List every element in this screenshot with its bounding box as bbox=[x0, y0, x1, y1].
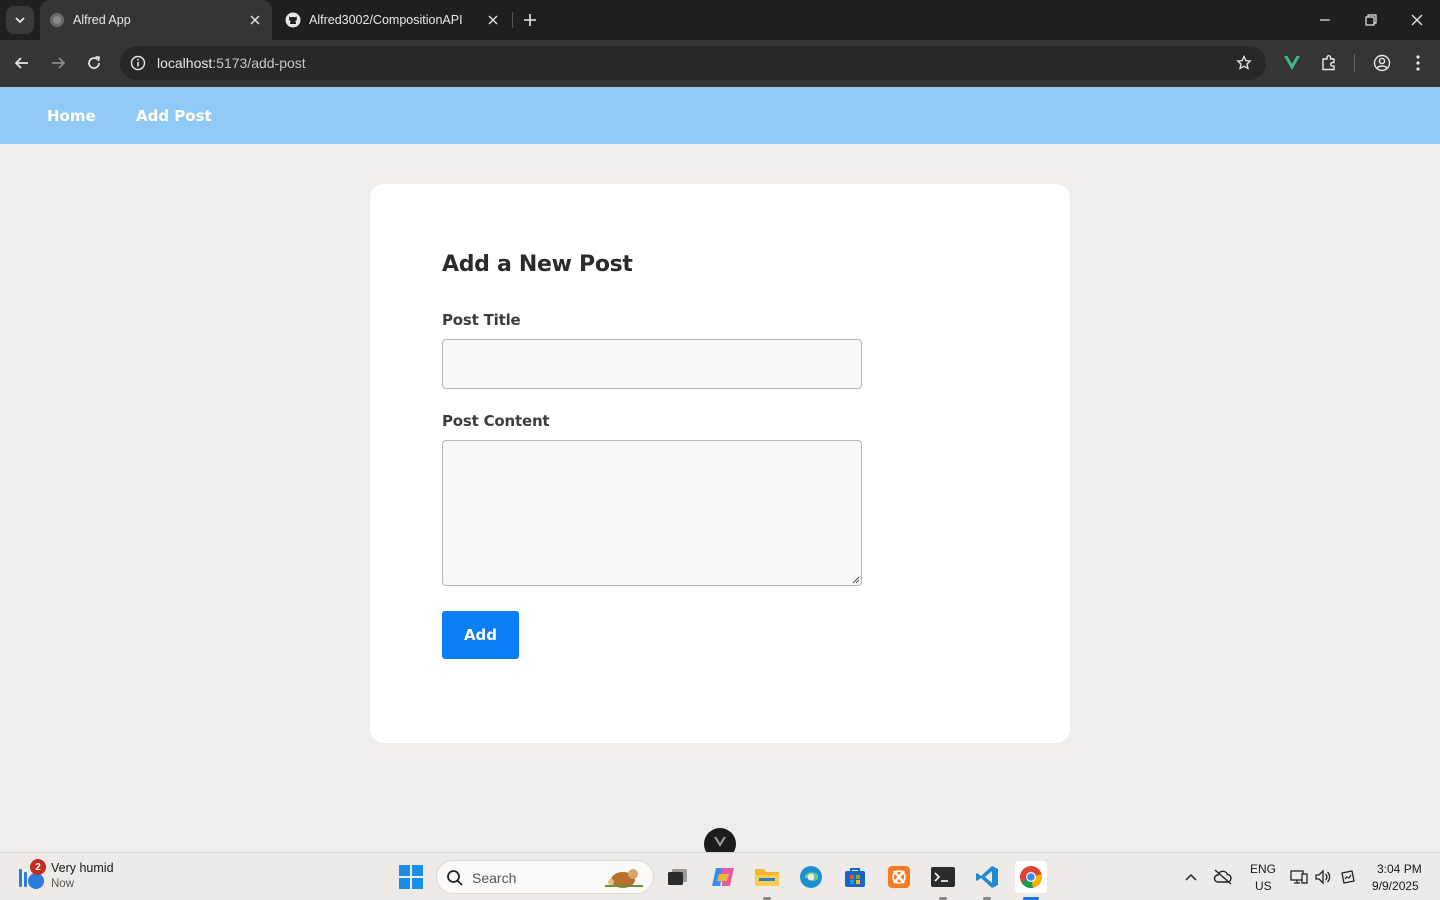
new-tab-button[interactable] bbox=[518, 8, 542, 32]
reload-icon bbox=[88, 56, 100, 69]
post-title-input[interactable] bbox=[442, 339, 862, 389]
store-icon bbox=[845, 868, 865, 887]
extensions-puzzle-icon[interactable] bbox=[1318, 52, 1340, 74]
chrome-button[interactable] bbox=[1015, 861, 1047, 893]
add-post-card: Add a New Post Post Title Post Content A… bbox=[370, 184, 1070, 743]
tab-alfred-app[interactable]: Alfred App bbox=[40, 0, 272, 40]
resize-grip-icon[interactable] bbox=[852, 576, 860, 584]
search-icon bbox=[447, 870, 463, 886]
browser-menu-kebab-icon[interactable] bbox=[1407, 52, 1429, 74]
arrow-left-icon bbox=[14, 57, 28, 69]
volume-icon[interactable] bbox=[1313, 867, 1333, 887]
file-explorer-icon bbox=[755, 869, 779, 886]
tab-search-button[interactable] bbox=[6, 6, 34, 34]
vscode-icon bbox=[976, 866, 998, 888]
chevron-up-icon bbox=[1185, 873, 1197, 881]
chevron-down-icon bbox=[15, 17, 25, 24]
search-highlight-icon bbox=[605, 869, 643, 888]
vue-devtools-extension-icon[interactable] bbox=[1281, 52, 1303, 74]
minimize-button[interactable] bbox=[1302, 0, 1348, 40]
toolbar-separator bbox=[1354, 54, 1355, 72]
tab-github[interactable]: Alfred3002/CompositionAPI bbox=[276, 0, 510, 40]
url-host: localhost bbox=[157, 55, 213, 71]
close-tab-icon[interactable] bbox=[484, 11, 502, 29]
weather-time: Now bbox=[51, 878, 75, 890]
battery-icon[interactable] bbox=[1338, 867, 1358, 887]
search-placeholder: Search bbox=[472, 870, 517, 886]
xampp-button[interactable] bbox=[883, 861, 915, 893]
github-icon bbox=[285, 12, 301, 28]
browser-toolbar: localhost:5173/add-post bbox=[0, 40, 1440, 87]
address-bar[interactable]: localhost:5173/add-post bbox=[120, 46, 1266, 80]
network-icon[interactable] bbox=[1289, 867, 1309, 887]
back-button[interactable] bbox=[7, 48, 37, 78]
copilot-icon bbox=[712, 868, 734, 886]
tab-separator bbox=[512, 12, 513, 28]
close-window-button[interactable] bbox=[1394, 0, 1440, 40]
tab-title: Alfred App bbox=[73, 13, 131, 27]
profile-icon[interactable] bbox=[1371, 52, 1393, 74]
nav-home-link[interactable]: Home bbox=[47, 107, 96, 125]
close-icon bbox=[1411, 14, 1423, 26]
post-title-label: Post Title bbox=[442, 311, 521, 329]
forward-button[interactable] bbox=[43, 48, 73, 78]
globe-icon bbox=[49, 12, 65, 28]
site-info-icon[interactable] bbox=[128, 53, 148, 73]
taskbar-search-box[interactable]: Search bbox=[436, 860, 654, 894]
bookmark-star-icon[interactable] bbox=[1234, 53, 1254, 73]
restore-icon bbox=[1365, 14, 1377, 26]
terminal-button[interactable] bbox=[927, 861, 959, 893]
add-post-button[interactable]: Add bbox=[442, 611, 519, 659]
file-explorer-button[interactable] bbox=[751, 861, 783, 893]
post-content-textarea[interactable] bbox=[442, 440, 862, 586]
xampp-icon bbox=[888, 866, 910, 888]
restore-button[interactable] bbox=[1348, 0, 1394, 40]
plus-icon bbox=[524, 14, 536, 26]
clock-time[interactable]: 3:04 PM bbox=[1377, 862, 1422, 876]
page-title: Add a New Post bbox=[442, 252, 633, 277]
nav-add-post-link[interactable]: Add Post bbox=[136, 107, 212, 125]
copilot-button[interactable] bbox=[707, 861, 739, 893]
vscode-button[interactable] bbox=[971, 861, 1003, 893]
onedrive-offline-icon[interactable] bbox=[1213, 867, 1233, 887]
minimize-icon bbox=[1320, 19, 1330, 21]
windows-start-icon bbox=[399, 865, 423, 889]
arrow-right-icon bbox=[52, 57, 66, 69]
input-region: US bbox=[1255, 879, 1272, 893]
vue-logo-icon bbox=[714, 837, 726, 847]
tab-title: Alfred3002/CompositionAPI bbox=[309, 13, 463, 27]
reload-button[interactable] bbox=[79, 48, 109, 78]
url-text: localhost:5173/add-post bbox=[157, 55, 306, 71]
show-hidden-icons-button[interactable] bbox=[1181, 867, 1201, 887]
post-content-label: Post Content bbox=[442, 412, 550, 430]
task-view-icon bbox=[668, 869, 687, 885]
edge-button[interactable] bbox=[795, 861, 827, 893]
input-language[interactable]: ENG bbox=[1250, 862, 1276, 876]
terminal-icon bbox=[931, 867, 955, 887]
task-view-button[interactable] bbox=[662, 861, 694, 893]
edge-icon bbox=[800, 866, 822, 888]
store-button[interactable] bbox=[839, 861, 871, 893]
url-path: :5173/add-post bbox=[212, 55, 306, 71]
chrome-icon bbox=[1020, 866, 1043, 889]
browser-tab-strip: Alfred App Alfred3002/CompositionAPI bbox=[0, 0, 1440, 40]
clock-date: 9/9/2025 bbox=[1372, 879, 1419, 893]
weather-badge: 2 bbox=[30, 859, 46, 875]
windows-start-button[interactable] bbox=[396, 862, 426, 892]
app-navbar: Home Add Post bbox=[0, 87, 1440, 144]
weather-condition[interactable]: Very humid bbox=[51, 861, 114, 875]
close-tab-icon[interactable] bbox=[246, 11, 264, 29]
post-content-wrapper bbox=[442, 440, 862, 586]
windows-taskbar: 2 Very humid Now Search ENG US 3:04 PM 9… bbox=[0, 852, 1440, 900]
